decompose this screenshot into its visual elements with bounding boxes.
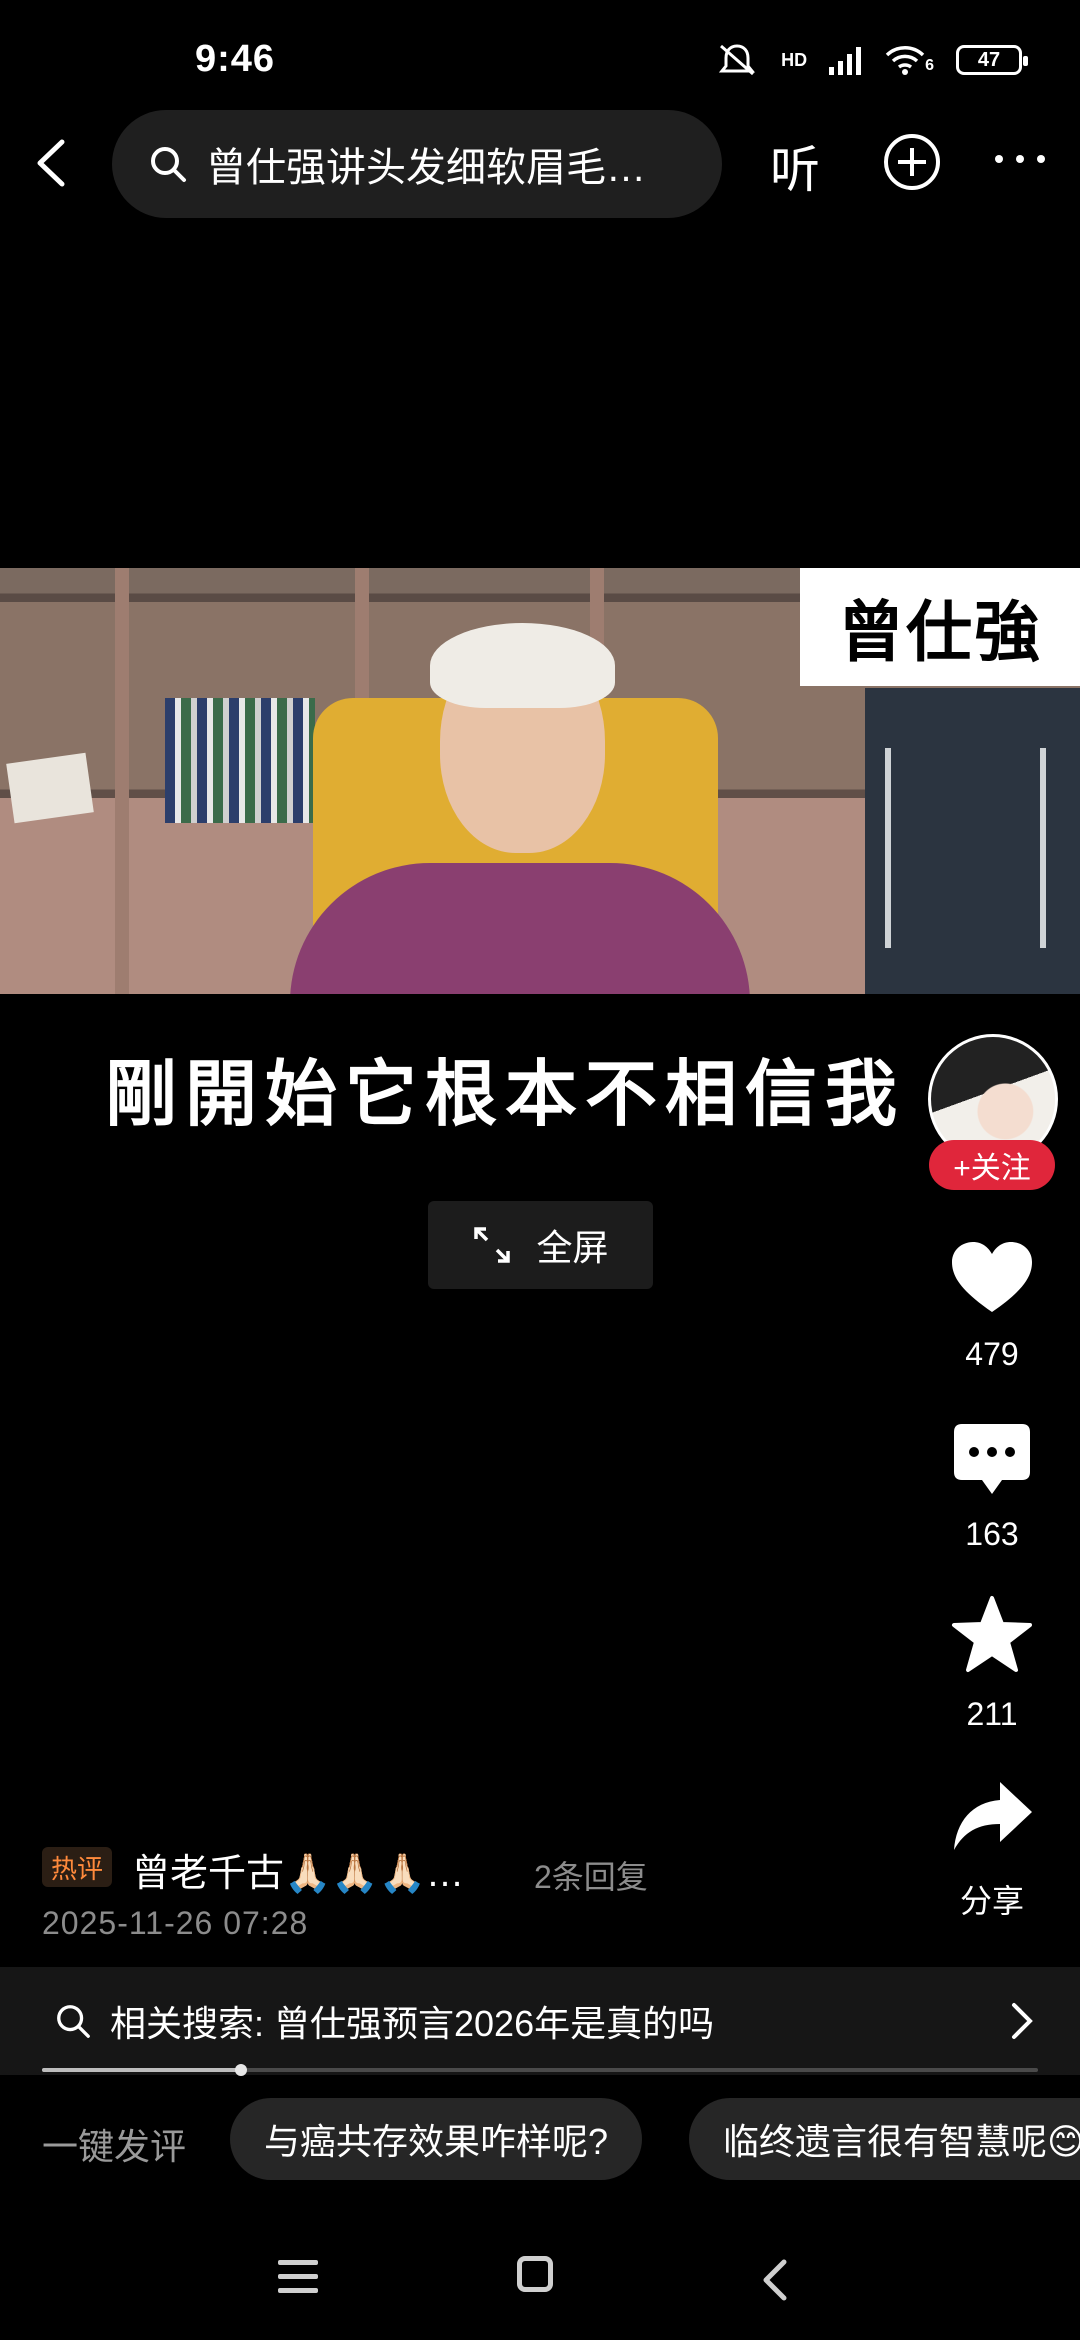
chevron-right-icon: [1012, 2003, 1033, 2039]
quick-comment-chip[interactable]: 与癌共存效果咋样呢?: [230, 2098, 643, 2180]
video-subtitle: 剛開始它根本不相信我: [104, 1055, 905, 1135]
related-search-text: 相关搜索: 曾仕强预言2026年是真的吗: [110, 2003, 715, 2044]
reply-count-link[interactable]: 2条回复: [534, 1852, 648, 1898]
search-icon: [151, 147, 186, 182]
search-bar[interactable]: 曾仕强讲头发细软眉毛…: [112, 110, 722, 218]
speaker-name-caption: 曾仕強: [800, 568, 1080, 686]
signal-icon: [829, 47, 862, 75]
listen-button[interactable]: 听: [770, 130, 820, 202]
status-icons: HD 6 47: [715, 42, 1028, 78]
comment-icon[interactable]: [950, 1420, 1034, 1504]
mute-icon: [718, 44, 756, 76]
chevron-left-icon[interactable]: [30, 138, 70, 188]
home-button[interactable]: [517, 2256, 553, 2292]
recents-button[interactable]: [278, 2260, 318, 2302]
more-icon[interactable]: [992, 152, 1048, 166]
quick-comment-label: 一键发评: [42, 2126, 187, 2167]
video-progress-bar[interactable]: [42, 2064, 1038, 2076]
status-time: 9:46: [195, 38, 276, 80]
post-timestamp: 2025-11-26 07:28: [42, 1905, 309, 1941]
network-label: HD: [781, 49, 808, 70]
heart-icon[interactable]: [950, 1238, 1034, 1322]
plus-circle-icon[interactable]: [882, 132, 942, 192]
system-back-icon[interactable]: [760, 2258, 790, 2302]
like-count: 479: [965, 1336, 1019, 1372]
wifi-level: 6: [925, 57, 934, 74]
search-icon: [57, 2005, 90, 2038]
expand-icon: [474, 1227, 511, 1263]
wifi-icon: [885, 46, 925, 75]
battery-indicator: 47: [956, 45, 1028, 75]
progress-fill: [42, 2068, 242, 2072]
quick-comment-chip[interactable]: 临终遗言很有智慧呢😊: [689, 2098, 1080, 2180]
follow-button[interactable]: +关注: [929, 1140, 1055, 1190]
search-query: 曾仕强讲头发细软眉毛…: [206, 146, 646, 190]
related-search-bar[interactable]: 相关搜索: 曾仕强预言2026年是真的吗: [0, 1967, 1080, 2075]
fullscreen-label: 全屏: [536, 1227, 609, 1268]
star-icon[interactable]: [950, 1594, 1034, 1678]
share-icon[interactable]: [950, 1778, 1034, 1862]
battery-level: 47: [977, 48, 1001, 71]
favorite-count: 211: [966, 1696, 1018, 1732]
fullscreen-button[interactable]: 全屏: [428, 1201, 653, 1289]
share-label[interactable]: 分享: [930, 1876, 1054, 1922]
comment-count: 163: [965, 1516, 1019, 1552]
hot-comment-badge: 热评: [42, 1847, 112, 1887]
video-player[interactable]: 曾仕強: [0, 568, 1080, 994]
hot-comment-text[interactable]: 曾老千古🙏🏻🙏🏻🙏🏻…: [132, 1842, 464, 1897]
